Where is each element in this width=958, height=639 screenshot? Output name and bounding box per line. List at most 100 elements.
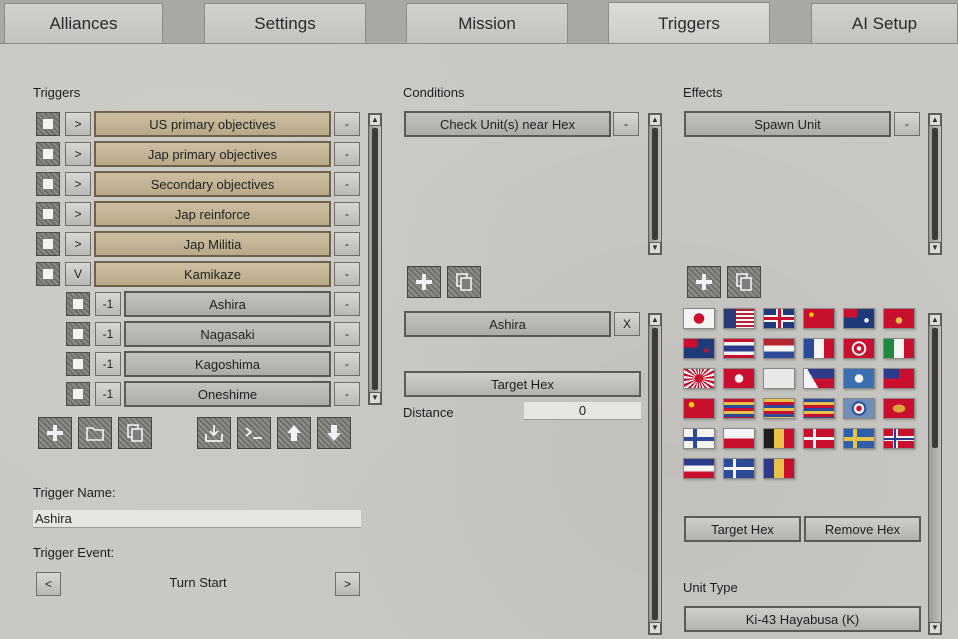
trigger-enable-checkbox[interactable] bbox=[36, 202, 60, 226]
trigger-priority-button[interactable]: -1 bbox=[95, 322, 121, 346]
nz-flag[interactable] bbox=[683, 338, 715, 359]
remove-effect-button[interactable]: - bbox=[894, 112, 920, 136]
remove-condition-button[interactable]: - bbox=[613, 112, 639, 136]
trigger-enable-checkbox[interactable] bbox=[36, 232, 60, 256]
move-up-button[interactable] bbox=[277, 417, 311, 449]
effect-target-hex-button[interactable]: Target Hex bbox=[684, 516, 801, 542]
effect-item[interactable]: Spawn Unit bbox=[684, 111, 891, 137]
scroll-thumb[interactable] bbox=[372, 128, 378, 390]
scroll-thumb[interactable] bbox=[652, 128, 658, 240]
trigger-child-item[interactable]: Oneshime bbox=[124, 381, 331, 407]
effects-scrollbar[interactable]: ▲ ▼ bbox=[928, 113, 942, 255]
scroll-up-icon[interactable]: ▲ bbox=[929, 114, 941, 126]
trigger-expand-button[interactable]: > bbox=[65, 172, 91, 196]
japan-flag[interactable] bbox=[683, 308, 715, 329]
scroll-thumb[interactable] bbox=[932, 128, 938, 240]
scroll-thumb[interactable] bbox=[652, 328, 658, 620]
trigger-group-item[interactable]: Jap Militia bbox=[94, 231, 331, 257]
distance-input[interactable]: 0 bbox=[524, 402, 641, 420]
tab-triggers[interactable]: Triggers bbox=[608, 2, 770, 45]
import-button[interactable] bbox=[197, 417, 231, 449]
remove-trigger-button[interactable]: - bbox=[334, 262, 360, 286]
conditions-scrollbar[interactable]: ▲ ▼ bbox=[648, 113, 662, 255]
trigger-enable-checkbox[interactable] bbox=[36, 142, 60, 166]
scroll-up-icon[interactable]: ▲ bbox=[929, 314, 941, 326]
scroll-down-icon[interactable]: ▼ bbox=[929, 242, 941, 254]
condition-detail-scrollbar[interactable]: ▲ ▼ bbox=[648, 313, 662, 635]
condition-target-unit[interactable]: Ashira bbox=[404, 311, 611, 337]
trigger-expand-button[interactable]: > bbox=[65, 232, 91, 256]
copy-trigger-button[interactable] bbox=[118, 417, 152, 449]
tab-settings[interactable]: Settings bbox=[204, 3, 366, 44]
add-condition-button[interactable] bbox=[407, 266, 441, 298]
trigger-priority-button[interactable]: -1 bbox=[95, 292, 121, 316]
trigger-enable-checkbox[interactable] bbox=[36, 172, 60, 196]
france-flag[interactable] bbox=[803, 338, 835, 359]
trigger-enable-checkbox[interactable] bbox=[66, 292, 90, 316]
stripes-flag-a[interactable] bbox=[723, 398, 755, 419]
star-flag[interactable] bbox=[843, 368, 875, 389]
add-folder-button[interactable] bbox=[78, 417, 112, 449]
scroll-thumb[interactable] bbox=[932, 328, 938, 448]
norway-flag[interactable] bbox=[883, 428, 915, 449]
trigger-group-item[interactable]: US primary objectives bbox=[94, 111, 331, 137]
trigger-group-item[interactable]: Jap primary objectives bbox=[94, 141, 331, 167]
ussr-flag[interactable] bbox=[803, 308, 835, 329]
trigger-expand-button[interactable]: V bbox=[65, 262, 91, 286]
trigger-group-item[interactable]: Secondary objectives bbox=[94, 171, 331, 197]
trigger-enable-checkbox[interactable] bbox=[36, 112, 60, 136]
france-stripes-flag[interactable] bbox=[683, 458, 715, 479]
trigger-enable-checkbox[interactable] bbox=[66, 382, 90, 406]
trigger-expand-button[interactable]: > bbox=[65, 142, 91, 166]
event-next-button[interactable]: > bbox=[335, 572, 360, 596]
trigger-group-item[interactable]: Kamikaze bbox=[94, 261, 331, 287]
scroll-up-icon[interactable]: ▲ bbox=[649, 114, 661, 126]
trigger-expand-button[interactable]: > bbox=[65, 202, 91, 226]
cross-flag[interactable] bbox=[723, 458, 755, 479]
stripes-flag-b[interactable] bbox=[763, 398, 795, 419]
copy-effect-button[interactable] bbox=[727, 266, 761, 298]
scroll-down-icon[interactable]: ▼ bbox=[649, 242, 661, 254]
italy-flag[interactable] bbox=[883, 338, 915, 359]
romania-flag[interactable] bbox=[763, 458, 795, 479]
belgium-flag[interactable] bbox=[763, 428, 795, 449]
tab-alliances[interactable]: Alliances bbox=[4, 3, 163, 44]
stripes-flag-c[interactable] bbox=[803, 398, 835, 419]
philippines-flag[interactable] bbox=[803, 368, 835, 389]
scroll-down-icon[interactable]: ▼ bbox=[369, 392, 381, 404]
add-trigger-button[interactable] bbox=[38, 417, 72, 449]
sweden-flag[interactable] bbox=[843, 428, 875, 449]
trigger-expand-button[interactable]: > bbox=[65, 112, 91, 136]
trigger-enable-checkbox[interactable] bbox=[66, 352, 90, 376]
remove-trigger-button[interactable]: - bbox=[334, 232, 360, 256]
roc-flag[interactable] bbox=[883, 368, 915, 389]
scroll-up-icon[interactable]: ▲ bbox=[369, 114, 381, 126]
trigger-enable-checkbox[interactable] bbox=[66, 322, 90, 346]
finland-roundel-flag[interactable] bbox=[843, 338, 875, 359]
move-down-button[interactable] bbox=[317, 417, 351, 449]
effect-detail-scrollbar[interactable]: ▲ ▼ bbox=[928, 313, 942, 635]
prc-flag[interactable] bbox=[683, 398, 715, 419]
australia-flag[interactable] bbox=[843, 308, 875, 329]
trigger-group-item[interactable]: Jap reinforce bbox=[94, 201, 331, 227]
thailand-flag[interactable] bbox=[723, 338, 755, 359]
trigger-child-item[interactable]: Ashira bbox=[124, 291, 331, 317]
clear-target-button[interactable]: X bbox=[614, 312, 640, 336]
condition-item[interactable]: Check Unit(s) near Hex bbox=[404, 111, 611, 137]
pacific-flag[interactable] bbox=[883, 308, 915, 329]
trigger-child-item[interactable]: Kagoshima bbox=[124, 351, 331, 377]
scroll-up-icon[interactable]: ▲ bbox=[649, 314, 661, 326]
unit-type-select[interactable]: Ki-43 Hayabusa (K) bbox=[684, 606, 921, 632]
uk-flag[interactable] bbox=[763, 308, 795, 329]
remove-trigger-button[interactable]: - bbox=[334, 142, 360, 166]
poland-flag[interactable] bbox=[723, 428, 755, 449]
trigger-list-scrollbar[interactable]: ▲ ▼ bbox=[368, 113, 382, 405]
tab-mission[interactable]: Mission bbox=[406, 3, 568, 44]
trigger-priority-button[interactable]: -1 bbox=[95, 382, 121, 406]
remove-trigger-button[interactable]: - bbox=[334, 352, 360, 376]
insignia-flag[interactable] bbox=[883, 398, 915, 419]
scroll-down-icon[interactable]: ▼ bbox=[929, 622, 941, 634]
remove-trigger-button[interactable]: - bbox=[334, 382, 360, 406]
remove-hex-button[interactable]: Remove Hex bbox=[804, 516, 921, 542]
scroll-down-icon[interactable]: ▼ bbox=[649, 622, 661, 634]
